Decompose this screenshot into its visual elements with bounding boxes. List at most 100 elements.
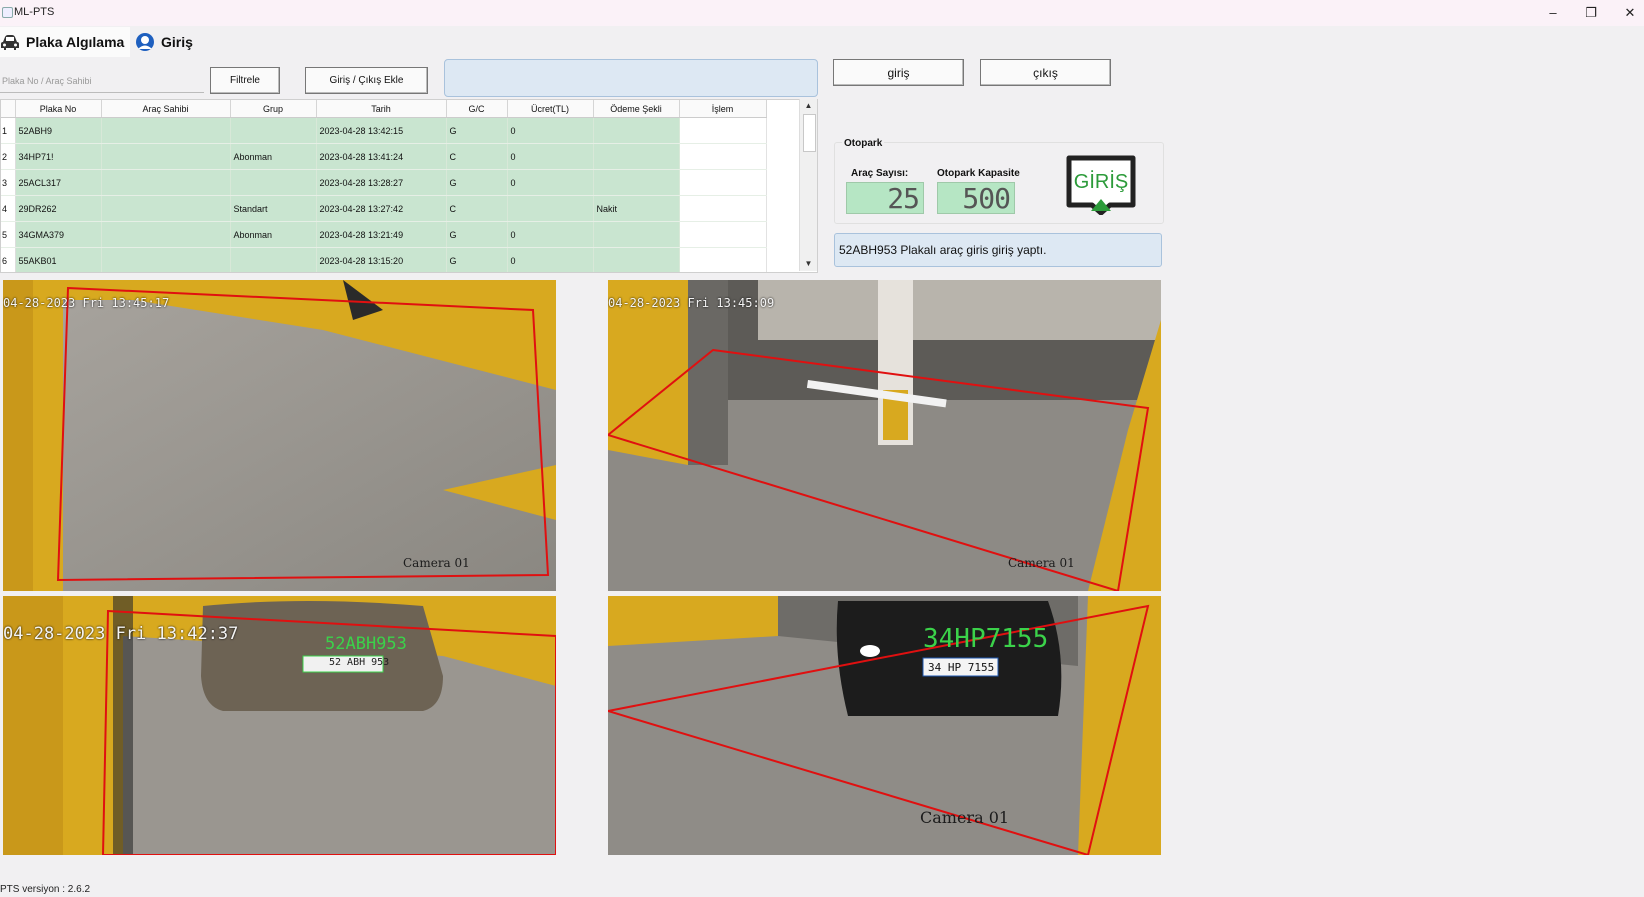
restore-button[interactable]: ❐: [1578, 3, 1604, 23]
version-label: PTS versiyon : 2.6.2: [0, 884, 91, 895]
giris-sign-text: GİRİŞ: [1074, 170, 1128, 193]
camera-2-scene: [608, 280, 1161, 591]
table-row[interactable]: 4 29DR262 Standart 2023-04-28 13:27:42 C Naki…: [1, 195, 767, 222]
row-index: 6: [1, 247, 16, 272]
car-icon: [1, 35, 19, 50]
cell-ucret: [507, 195, 594, 222]
camera-view-3[interactable]: 04-28-2023 Fri 13:42:37 52ABH953 52 ABH …: [3, 596, 556, 855]
cell-tarih: 2023-04-28 13:21:49: [316, 221, 447, 248]
cell-ucret: 0: [507, 169, 594, 196]
cell-odeme: [593, 143, 680, 170]
cell-odeme: [593, 117, 680, 144]
cell-ucret: 0: [507, 221, 594, 248]
cell-gc: C: [446, 195, 508, 222]
scroll-up-arrow[interactable]: ▲: [800, 99, 817, 113]
title-bar: [0, 0, 1644, 26]
cell-gc: G: [446, 169, 508, 196]
cell-odeme: [593, 221, 680, 248]
table-row[interactable]: 1 52ABH9 2023-04-28 13:42:15 G 0: [1, 117, 767, 144]
column-header-islem[interactable]: İşlem: [679, 100, 767, 118]
cell-sahip: [101, 169, 231, 196]
capacity-label: Otopark Kapasite: [937, 168, 1020, 179]
camera-3-timestamp: 04-28-2023 Fri 13:42:37: [3, 624, 239, 644]
capacity-display: 500: [937, 182, 1015, 215]
giris-sign-icon: GİRİŞ: [1066, 155, 1136, 216]
table-row[interactable]: 2 34HP71! Abonman 2023-04-28 13:41:24 C 0: [1, 143, 767, 170]
close-button[interactable]: ✕: [1617, 3, 1643, 23]
camera-1-label: Camera 01: [403, 556, 470, 570]
cikis-button[interactable]: çıkış: [980, 59, 1111, 86]
search-input[interactable]: [0, 70, 204, 93]
table-header: Plaka No Araç Sahibi Grup Tarih G/C Ücre…: [1, 100, 767, 118]
info-panel: [444, 59, 818, 97]
camera-view-4[interactable]: 34HP7155 34 HP 7155 Camera 01: [608, 596, 1161, 855]
cell-sahip: [101, 143, 231, 170]
cell-islem[interactable]: [679, 247, 767, 272]
camera-view-1[interactable]: 04-28-2023 Fri 13:45:17 Camera 01: [3, 280, 556, 591]
add-entry-exit-button[interactable]: Giriş / Çıkış Ekle: [305, 67, 428, 94]
row-index: 1: [1, 117, 16, 144]
window-title: ML-PTS: [14, 6, 55, 18]
camera-2-timestamp: 04-28-2023 Fri 13:45:09: [608, 296, 775, 310]
cell-gc: G: [446, 247, 508, 272]
cell-islem[interactable]: [679, 221, 767, 248]
column-header-grup[interactable]: Grup: [230, 100, 317, 118]
cell-islem[interactable]: [679, 143, 767, 170]
column-header-odeme[interactable]: Ödeme Şekli: [593, 100, 680, 118]
column-header-plaka[interactable]: Plaka No: [15, 100, 102, 118]
cell-odeme: [593, 169, 680, 196]
status-message: 52ABH953 Plakalı araç giris giriş yaptı.: [834, 233, 1162, 267]
column-header-index: [1, 100, 16, 118]
row-index: 3: [1, 169, 16, 196]
cell-sahip: [101, 247, 231, 272]
column-header-tarih[interactable]: Tarih: [316, 100, 447, 118]
column-header-ucret[interactable]: Ücret(TL): [507, 100, 594, 118]
cell-sahip: [101, 195, 231, 222]
cell-sahip: [101, 221, 231, 248]
cell-islem[interactable]: [679, 117, 767, 144]
cell-tarih: 2023-04-28 13:28:27: [316, 169, 447, 196]
cell-plaka: 29DR262: [15, 195, 102, 222]
cell-gc: G: [446, 221, 508, 248]
table-row[interactable]: 6 55AKB01 2023-04-28 13:15:20 G 0: [1, 247, 767, 272]
camera-1-timestamp: 04-28-2023 Fri 13:45:17: [3, 296, 170, 310]
camera-4-plate-ocr: 34HP7155: [923, 624, 1049, 654]
scroll-thumb[interactable]: [803, 114, 816, 152]
scroll-down-arrow[interactable]: ▼: [800, 257, 817, 271]
tab-giris[interactable]: Giriş: [135, 27, 211, 57]
column-header-sahip[interactable]: Araç Sahibi: [101, 100, 231, 118]
filter-button[interactable]: Filtrele: [210, 67, 280, 94]
camera-4-label: Camera 01: [920, 808, 1010, 827]
camera-view-2[interactable]: 04-28-2023 Fri 13:45:09 Camera 01: [608, 280, 1161, 591]
cell-tarih: 2023-04-28 13:41:24: [316, 143, 447, 170]
cell-ucret: 0: [507, 247, 594, 272]
cell-tarih: 2023-04-28 13:15:20: [316, 247, 447, 272]
tab-plaka-algilama[interactable]: Plaka Algılama: [0, 27, 130, 57]
camera-3-plate-ocr: 52ABH953: [325, 634, 407, 654]
table-scrollbar[interactable]: ▲ ▼: [799, 99, 817, 271]
cell-islem[interactable]: [679, 195, 767, 222]
cell-sahip: [101, 117, 231, 144]
row-index: 4: [1, 195, 16, 222]
column-header-gc[interactable]: G/C: [446, 100, 508, 118]
table-row[interactable]: 5 34GMA379 Abonman 2023-04-28 13:21:49 G 0: [1, 221, 767, 248]
tab-label: Giriş: [161, 34, 193, 50]
records-table: Plaka No Araç Sahibi Grup Tarih G/C Ücre…: [0, 99, 818, 273]
app-icon: [2, 7, 13, 18]
cell-tarih: 2023-04-28 13:42:15: [316, 117, 447, 144]
user-icon: [136, 33, 154, 51]
giris-button[interactable]: giriş: [833, 59, 964, 86]
vehicle-count-label: Araç Sayısı:: [851, 168, 909, 179]
cell-odeme: [593, 247, 680, 272]
cell-plaka: 55AKB01: [15, 247, 102, 272]
table-row[interactable]: 3 25ACL317 2023-04-28 13:28:27 G 0: [1, 169, 767, 196]
cell-islem[interactable]: [679, 169, 767, 196]
row-index: 5: [1, 221, 16, 248]
cell-plaka: 52ABH9: [15, 117, 102, 144]
cell-plaka: 34GMA379: [15, 221, 102, 248]
minimize-button[interactable]: –: [1540, 3, 1566, 23]
cell-gc: C: [446, 143, 508, 170]
cell-grup: [230, 169, 317, 196]
cell-grup: [230, 247, 317, 272]
otopark-title: Otopark: [842, 138, 885, 149]
